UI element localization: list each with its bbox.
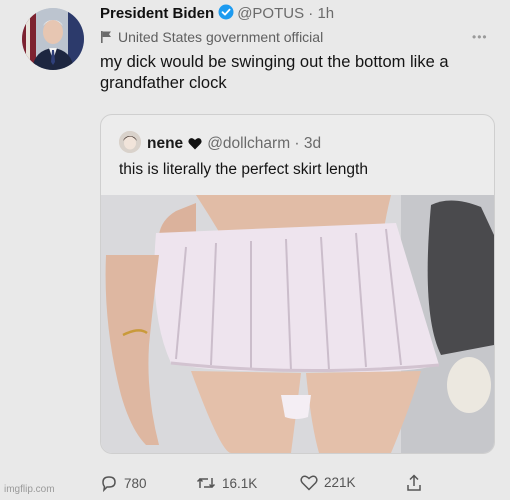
government-label-text: United States government official — [118, 29, 324, 45]
government-label: United States government official — [100, 29, 323, 46]
quoted-media-image[interactable] — [101, 195, 494, 453]
tweet-text: my dick would be swinging out the bottom… — [100, 53, 449, 92]
quoted-separator: · — [290, 135, 304, 152]
retweet-count: 16.1K — [222, 476, 258, 491]
quoted-author-handle[interactable]: @dollcharm — [207, 135, 290, 152]
retweet-button[interactable]: 16.1K — [196, 474, 257, 492]
more-icon[interactable]: ••• — [472, 30, 488, 44]
reply-button[interactable]: 780 — [100, 474, 147, 493]
like-icon — [300, 475, 324, 491]
reply-count: 780 — [124, 476, 147, 491]
author-name[interactable]: President Biden — [100, 5, 214, 22]
verified-badge-icon — [218, 4, 234, 24]
heart-icon — [188, 137, 202, 155]
author-handle[interactable]: @POTUS — [237, 5, 304, 22]
share-button[interactable] — [406, 474, 428, 492]
action-bar: 780 16.1K 221K — [100, 474, 500, 496]
tweet: President Biden @POTUS · 1h ••• United St… — [0, 0, 510, 500]
share-icon — [406, 474, 428, 491]
quoted-tweet[interactable]: nene @dollcharm · 3d this is literally th… — [100, 114, 495, 454]
watermark: imgflip.com — [4, 484, 55, 495]
flag-icon — [100, 30, 112, 46]
reply-icon — [100, 476, 124, 493]
avatar[interactable] — [22, 8, 84, 70]
quoted-tweet-text: this is literally the perfect skirt leng… — [119, 161, 368, 178]
quoted-author-name[interactable]: nene — [147, 135, 183, 152]
quoted-avatar[interactable] — [119, 131, 141, 153]
quoted-tweet-header: nene @dollcharm · 3d — [119, 131, 321, 155]
quoted-timestamp[interactable]: 3d — [304, 135, 321, 152]
separator: · — [304, 5, 318, 22]
like-button[interactable]: 221K — [300, 474, 356, 491]
like-count: 221K — [324, 475, 356, 490]
tweet-header: President Biden @POTUS · 1h — [100, 4, 334, 24]
timestamp[interactable]: 1h — [317, 5, 334, 22]
retweet-icon — [196, 476, 222, 491]
